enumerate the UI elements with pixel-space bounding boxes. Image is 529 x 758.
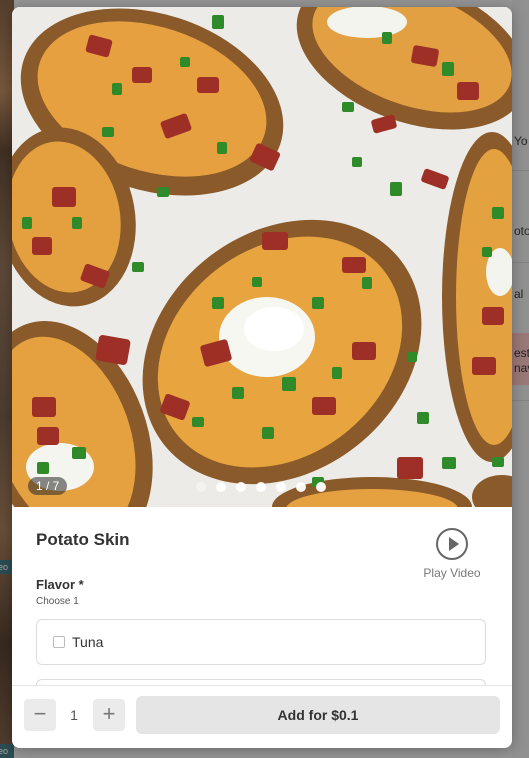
product-image-carousel[interactable]: 1 / 7 <box>12 7 512 507</box>
carousel-dot[interactable] <box>316 482 326 492</box>
product-details: Potato Skin Play Video Flavor * Choose 1… <box>12 507 512 685</box>
add-to-cart-bar: − 1 + Add for $0.1 <box>12 685 512 748</box>
play-circle-icon <box>436 528 468 560</box>
carousel-dot[interactable] <box>236 482 246 492</box>
carousel-dot[interactable] <box>196 482 206 492</box>
option-checkbox[interactable] <box>53 636 65 648</box>
carousel-dot[interactable] <box>256 482 266 492</box>
option-label: Tuna <box>72 634 104 650</box>
play-video-button[interactable]: Play Video <box>420 528 484 580</box>
decrease-quantity-button[interactable]: − <box>24 699 56 731</box>
carousel-dot[interactable] <box>216 482 226 492</box>
product-modal: 1 / 7 Potato Skin Play Video Flavor * Ch… <box>12 7 512 748</box>
carousel-dot[interactable] <box>296 482 306 492</box>
option-tuna[interactable]: Tuna <box>36 619 486 665</box>
increase-quantity-button[interactable]: + <box>93 699 125 731</box>
quantity-value: 1 <box>70 707 78 723</box>
option-group-subtitle: Choose 1 <box>36 596 79 607</box>
carousel-dots <box>196 482 326 492</box>
carousel-dot[interactable] <box>276 482 286 492</box>
option-group-title: Flavor * <box>36 577 84 592</box>
product-photo <box>12 7 512 507</box>
add-to-cart-button[interactable]: Add for $0.1 <box>136 696 500 734</box>
play-video-label: Play Video <box>423 566 481 580</box>
product-title: Potato Skin <box>36 530 130 549</box>
image-counter: 1 / 7 <box>28 477 68 495</box>
